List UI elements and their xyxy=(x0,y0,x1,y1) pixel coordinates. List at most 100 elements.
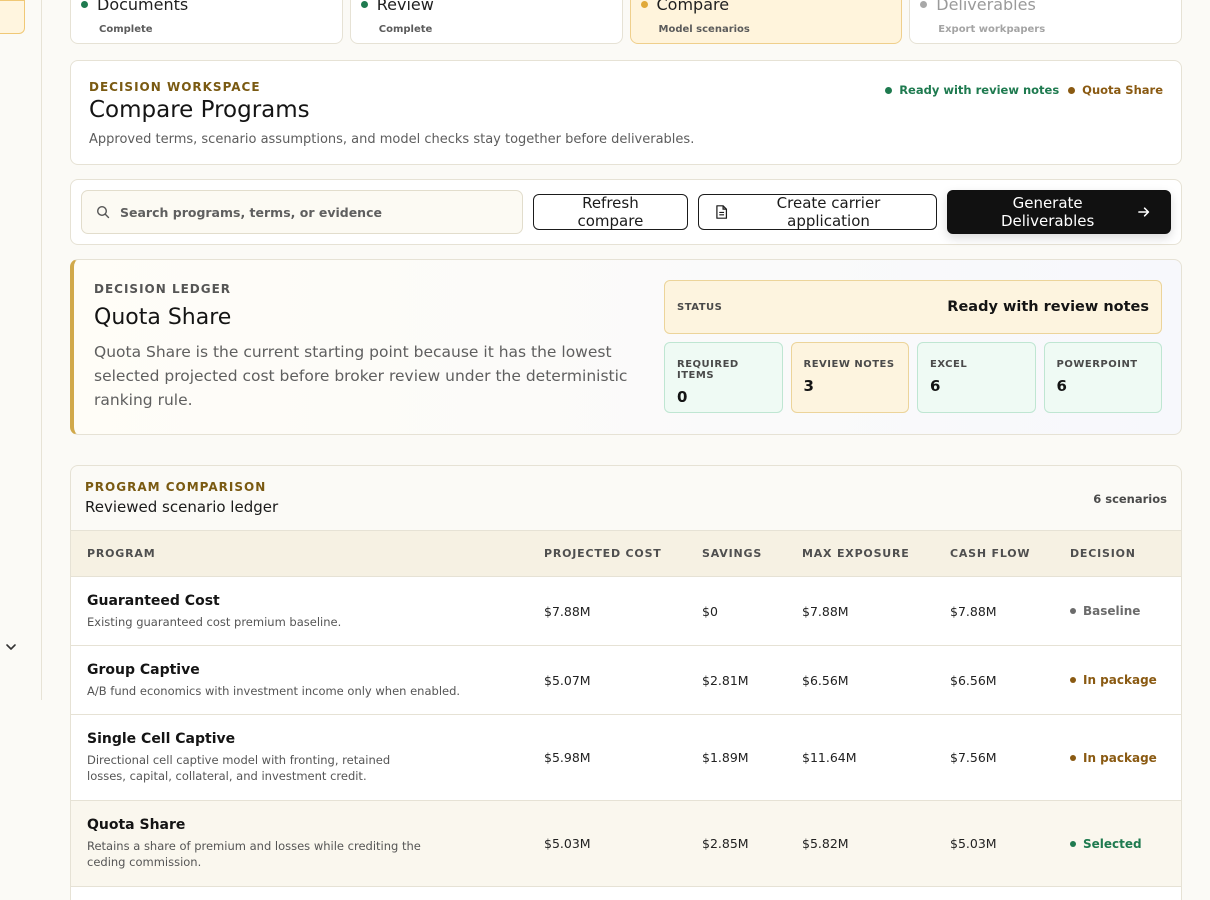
step-subtitle: Complete xyxy=(378,24,433,35)
step-title-row: Review xyxy=(360,0,622,14)
document-icon xyxy=(716,205,728,219)
column-header[interactable]: SAVINGS xyxy=(686,530,786,577)
comparison-header: PROGRAM COMPARISON Reviewed scenario led… xyxy=(71,466,1181,530)
action-toolbar: Refresh compare Create carrier applicati… xyxy=(70,179,1182,245)
step-title-row: Documents xyxy=(81,0,342,14)
metric-excel: EXCEL 6 xyxy=(917,342,1036,413)
generate-deliverables-label: Generate Deliverables xyxy=(1000,194,1095,230)
table-row-selected[interactable]: Quota Share Retains a share of premium a… xyxy=(71,800,1181,887)
program-name: Guaranteed Cost xyxy=(87,592,220,609)
decision-badge: Selected xyxy=(1070,837,1181,851)
decision-dot xyxy=(1070,840,1076,847)
app-stage: Documents Complete Review Complete Compa… xyxy=(0,0,1210,900)
search-box[interactable] xyxy=(81,190,523,234)
program-description: Directional cell captive model with fron… xyxy=(87,753,391,783)
decision-dot xyxy=(1070,608,1076,614)
metric-value: 6 xyxy=(1056,377,1067,395)
search-input[interactable] xyxy=(120,204,520,220)
status-badge-label: Ready with review notes xyxy=(899,83,1060,97)
max-exposure-cell: $11.64M xyxy=(786,714,934,801)
step-title: Compare xyxy=(656,0,730,14)
decision-label: Selected xyxy=(1083,836,1142,851)
program-cell xyxy=(71,886,528,900)
decision-cell: Baseline xyxy=(1054,576,1181,646)
status-panel: STATUS Ready with review notes xyxy=(664,280,1162,334)
metric-label: REQUIRED ITEMS xyxy=(677,359,739,381)
step-status-dot xyxy=(640,1,648,8)
decision-cell: In package xyxy=(1054,645,1181,715)
step-title-row: Compare xyxy=(640,0,902,14)
create-carrier-application-button[interactable]: Create carrier application xyxy=(698,194,937,230)
column-header[interactable]: CASH FLOW xyxy=(934,530,1054,577)
program-description: Existing guaranteed cost premium baselin… xyxy=(87,614,342,629)
step-documents[interactable]: Documents Complete xyxy=(70,0,343,44)
decision-cell: Selected xyxy=(1054,800,1181,887)
projected-cost-cell xyxy=(528,886,686,900)
status-badge: Ready with review notes xyxy=(885,83,1059,97)
table-row[interactable] xyxy=(71,886,1181,900)
step-status-dot xyxy=(360,1,368,8)
metric-required-items: REQUIRED ITEMS 0 xyxy=(664,342,783,413)
status-label: STATUS xyxy=(677,301,723,313)
program-badge-label: Quota Share xyxy=(1082,83,1163,97)
program-dot xyxy=(1068,86,1076,94)
program-cell: Group Captive A/B fund economics with in… xyxy=(71,645,528,715)
projected-cost-cell: $7.88M xyxy=(528,576,686,646)
metric-label: POWERPOINT xyxy=(1056,359,1138,370)
decision-dot xyxy=(1070,754,1076,761)
projected-cost-cell: $5.98M xyxy=(528,714,686,801)
metric-review-notes: REVIEW NOTES 3 xyxy=(790,342,909,413)
table-row[interactable]: Guaranteed Cost Existing guaranteed cost… xyxy=(71,576,1181,646)
decision-label: In package xyxy=(1083,673,1157,687)
table-row[interactable]: Group Captive A/B fund economics with in… xyxy=(71,645,1181,715)
refresh-compare-button[interactable]: Refresh compare xyxy=(532,194,689,230)
cash-flow-cell: $7.56M xyxy=(934,714,1054,801)
savings-cell: $2.85M xyxy=(686,800,786,887)
program-name: Group Captive xyxy=(87,661,200,678)
step-title-row: Deliverables xyxy=(920,0,1181,14)
status-value: Ready with review notes xyxy=(947,299,1149,315)
scenario-count: 6 scenarios xyxy=(1093,492,1167,506)
step-subtitle: Complete xyxy=(99,24,153,35)
workflow-stepper: Documents Complete Review Complete Compa… xyxy=(70,0,1182,44)
step-title: Documents xyxy=(97,0,189,14)
metric-value: 0 xyxy=(677,388,688,406)
column-header[interactable]: PROJECTED COST xyxy=(528,530,686,577)
sidebar-active-item[interactable] xyxy=(0,0,25,34)
page-title: Compare Programs xyxy=(89,97,310,123)
sidebar xyxy=(0,0,42,700)
step-compare[interactable]: Compare Model scenarios xyxy=(629,0,903,44)
decision-label: Baseline xyxy=(1083,604,1141,618)
table-row[interactable]: Single Cell Captive Directional cell cap… xyxy=(71,714,1181,801)
max-exposure-cell: $5.82M xyxy=(786,800,934,887)
workspace-badges: Ready with review notes Quota Share xyxy=(885,83,1163,97)
cash-flow-cell: $5.03M xyxy=(934,800,1054,887)
generate-deliverables-button[interactable]: Generate Deliverables xyxy=(946,190,1172,234)
chevron-down-icon[interactable] xyxy=(4,640,18,654)
program-comparison-card: PROGRAM COMPARISON Reviewed scenario led… xyxy=(70,465,1182,900)
savings-cell: $2.81M xyxy=(686,645,786,715)
step-title: Deliverables xyxy=(936,0,1036,14)
projected-cost-cell: $5.03M xyxy=(528,800,686,887)
program-description: Retains a share of premium and losses wh… xyxy=(87,839,421,869)
max-exposure-cell: $7.88M xyxy=(786,576,934,646)
table-header-row: PROGRAM PROJECTED COST SAVINGS MAX EXPOS… xyxy=(71,530,1181,577)
refresh-compare-label: Refresh compare xyxy=(577,194,644,230)
step-deliverables[interactable]: Deliverables Export workpapers xyxy=(909,0,1182,44)
column-header[interactable]: DECISION xyxy=(1054,530,1181,577)
decision-badge: In package xyxy=(1070,751,1181,765)
savings-cell xyxy=(686,886,786,900)
comparison-table: PROGRAM PROJECTED COST SAVINGS MAX EXPOS… xyxy=(71,530,1181,900)
status-dot xyxy=(885,86,893,94)
metric-powerpoint: POWERPOINT 6 xyxy=(1043,342,1162,413)
step-status-dot xyxy=(81,1,88,8)
ledger-description: Quota Share is the current starting poin… xyxy=(94,343,628,409)
metric-label: REVIEW NOTES xyxy=(803,359,895,370)
decision-cell xyxy=(1054,886,1181,900)
decision-ledger-card: DECISION LEDGER Quota Share Quota Share … xyxy=(70,259,1182,435)
search-icon xyxy=(96,205,110,219)
column-header[interactable]: PROGRAM xyxy=(71,530,528,577)
step-review[interactable]: Review Complete xyxy=(349,0,623,44)
column-header[interactable]: MAX EXPOSURE xyxy=(786,530,934,577)
cash-flow-cell: $7.88M xyxy=(934,576,1054,646)
